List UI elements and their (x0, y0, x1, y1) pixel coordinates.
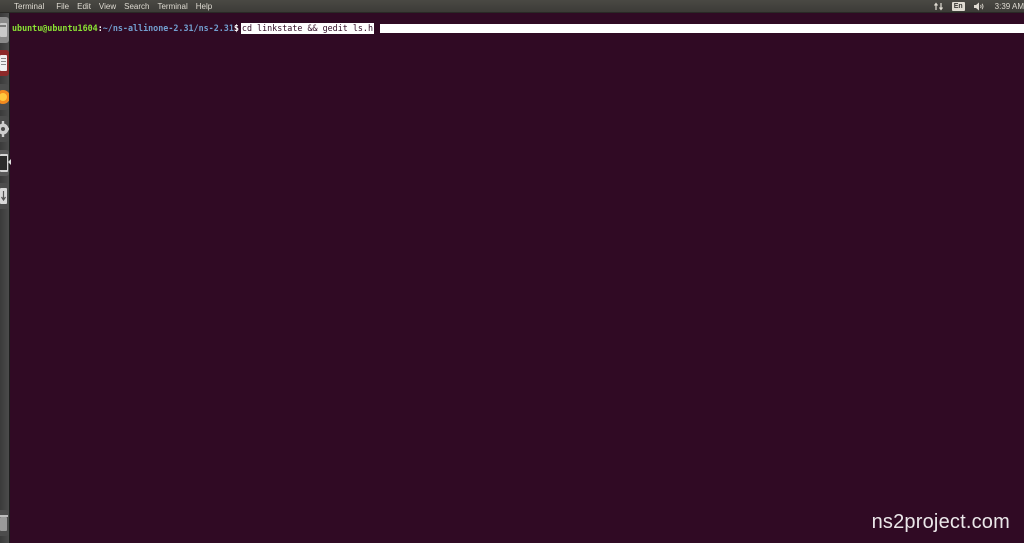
menu-search[interactable]: Search (120, 0, 153, 13)
files-icon[interactable] (0, 17, 9, 43)
indicator-area: En 3:39 AM (926, 0, 1024, 13)
panel-clock[interactable]: 3:39 AM (995, 0, 1024, 13)
menu-terminal[interactable]: Terminal (153, 0, 191, 13)
menu-view[interactable]: View (95, 0, 120, 13)
keyboard-layout-indicator[interactable]: En (951, 0, 965, 13)
prompt-user-host: ubuntu@ubuntu1604 (12, 23, 98, 33)
command-input[interactable]: cd linkstate && gedit ls.h (240, 22, 375, 34)
terminal-window[interactable]: ubuntu@ubuntu1604: ~/ns-allinone-2.31/ns-… (11, 14, 1024, 543)
network-updown-icon[interactable] (933, 0, 944, 13)
keyboard-layout-label: En (951, 2, 965, 11)
desktop-screen: Terminal File Edit View Search Terminal … (0, 0, 1024, 543)
speaker-volume-icon[interactable] (973, 0, 985, 13)
trash-icon[interactable] (0, 510, 9, 536)
software-updater-icon[interactable] (0, 183, 9, 209)
top-panel: Terminal File Edit View Search Terminal … (0, 0, 1024, 13)
prompt-symbol: $ (233, 23, 239, 33)
launcher (0, 13, 11, 543)
menu-help[interactable]: Help (192, 0, 216, 13)
system-settings-icon[interactable] (0, 116, 9, 142)
watermark-text: ns2project.com (871, 511, 1010, 533)
terminal-prompt-line: ubuntu@ubuntu1604: ~/ns-allinone-2.31/ns-… (12, 22, 375, 34)
menu-file[interactable]: File (52, 0, 73, 13)
firefox-icon[interactable] (0, 84, 9, 110)
selection-highlight (380, 24, 1024, 33)
menu-bar: File Edit View Search Terminal Help (52, 0, 216, 13)
text-editor-icon[interactable] (0, 50, 9, 76)
app-name: Terminal (14, 1, 45, 11)
prompt-path: ~/ns-allinone-2.31/ns-2.31 (102, 23, 234, 33)
menu-edit[interactable]: Edit (73, 0, 95, 13)
